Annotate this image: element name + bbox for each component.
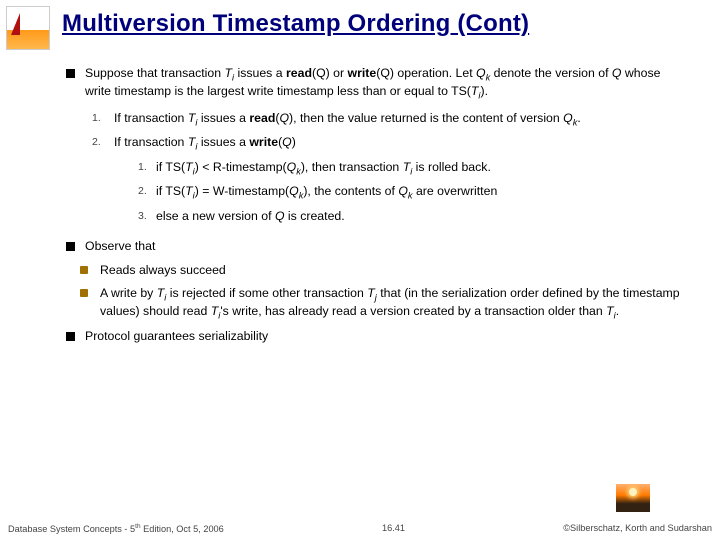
slide-body: Suppose that transaction Ti issues a rea…: [66, 66, 688, 353]
footer-page-number: 16.41: [382, 523, 405, 534]
bullet-suppose: Suppose that transaction Ti issues a rea…: [66, 66, 688, 103]
subitem-newversion: 3. else a new version of Q is created.: [138, 209, 497, 225]
diamond-bullet-icon: [80, 289, 88, 297]
bullet-protocol: Protocol guarantees serializability: [66, 329, 688, 345]
square-bullet-icon: [66, 332, 75, 341]
item-read-rule: 1. If transaction Ti issues a read(Q), t…: [92, 111, 688, 129]
footer-left: Database System Concepts - 5th Edition, …: [8, 523, 224, 534]
logo-bottom-right: [616, 484, 650, 512]
logo-top-left: [6, 6, 50, 50]
square-bullet-icon: [66, 69, 75, 78]
sub-bullet-reads-succeed: Reads always succeed: [80, 263, 688, 279]
diamond-bullet-icon: [80, 266, 88, 274]
subitem-overwrite: 2. if TS(Ti) = W-timestamp(Qk), the cont…: [138, 184, 497, 202]
subitem-rollback: 1. if TS(Ti) < R-timestamp(Qk), then tra…: [138, 160, 497, 178]
footer-copyright: ©Silberschatz, Korth and Sudarshan: [563, 523, 712, 534]
item-write-rule: 2. If transaction Ti issues a write(Q) 1…: [92, 135, 688, 230]
slide-title: Multiversion Timestamp Ordering (Cont): [62, 10, 700, 38]
slide-footer: Database System Concepts - 5th Edition, …: [8, 523, 712, 534]
sub-bullet-write-rejected: A write by Ti is rejected if some other …: [80, 286, 688, 323]
square-bullet-icon: [66, 242, 75, 251]
bullet-observe: Observe that: [66, 239, 688, 255]
ordered-list-level1: 1. If transaction Ti issues a read(Q), t…: [92, 111, 688, 231]
